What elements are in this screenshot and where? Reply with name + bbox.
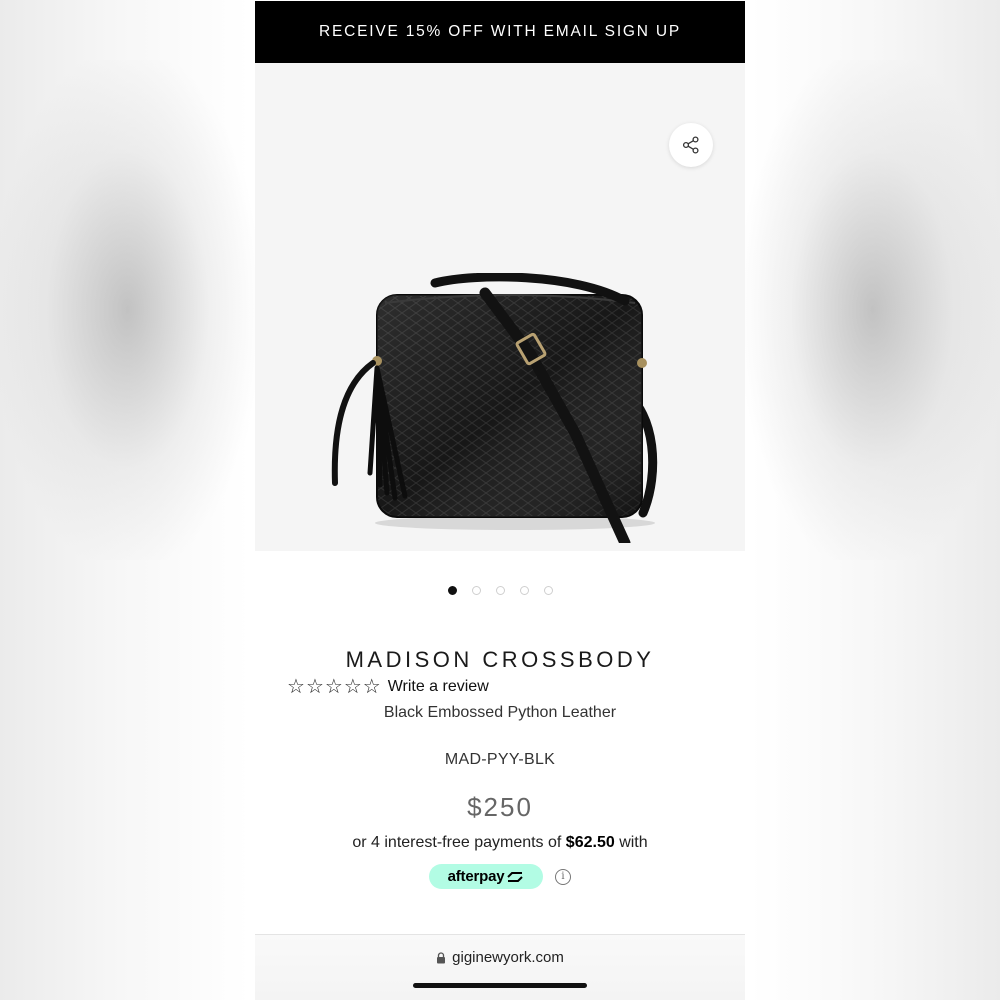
installment-suffix: with [619,834,648,851]
star-icon: ☆ [343,676,362,698]
product-title: MADISON CROSSBODY [345,647,655,672]
product-sku: MAD-PYY-BLK [444,751,556,768]
write-review-link[interactable]: Write a review [388,678,489,696]
lock-icon [437,951,446,963]
phone-screen: RECEIVE 15% OFF WITH EMAIL SIGN UP MADIS… [255,0,745,1000]
promo-banner[interactable]: RECEIVE 15% OFF WITH EMAIL SIGN UP [255,1,745,63]
url-text: giginewyork.com [452,949,564,966]
star-icon: ☆ [305,676,324,698]
installment-amount: $62.50 [565,834,615,851]
star-icon: ☆ [324,676,343,698]
left-background-shade [0,60,255,560]
gallery-dot[interactable] [447,586,457,595]
afterpay-logo[interactable]: afterpay [429,864,543,889]
gallery-pagination [255,586,745,595]
home-indicator[interactable] [413,983,587,988]
rating-row: ☆ ☆ ☆ ☆ ☆ Write a review [287,677,489,697]
share-button[interactable] [669,123,713,167]
installment-prefix: or 4 interest-free payments of [352,834,562,851]
star-icon: ☆ [287,676,305,698]
share-icon [682,136,699,154]
browser-address-bar[interactable]: giginewyork.com [255,935,745,1000]
star-icon: ☆ [362,676,381,698]
product-price: $250 [467,792,533,822]
product-variant: Black Embossed Python Leather [383,704,617,721]
url-display[interactable]: giginewyork.com [255,949,745,966]
gallery-dot[interactable] [471,586,481,595]
product-image-crossbody-bag [331,273,658,543]
installment-text: or 4 interest-free payments of $62.50 wi… [255,834,745,852]
afterpay-loop-icon [507,871,524,882]
product-image-gallery[interactable] [255,63,745,551]
gallery-dot[interactable] [543,586,553,595]
star-rating: ☆ ☆ ☆ ☆ ☆ [287,677,381,697]
gallery-dot[interactable] [519,586,529,595]
afterpay-label: afterpay [447,868,505,885]
right-background-shade [745,60,1000,560]
info-icon[interactable]: i [555,868,571,885]
promo-banner-text: RECEIVE 15% OFF WITH EMAIL SIGN UP [318,23,682,40]
gallery-dot[interactable] [495,586,505,595]
afterpay-row: afterpay i [255,864,745,889]
